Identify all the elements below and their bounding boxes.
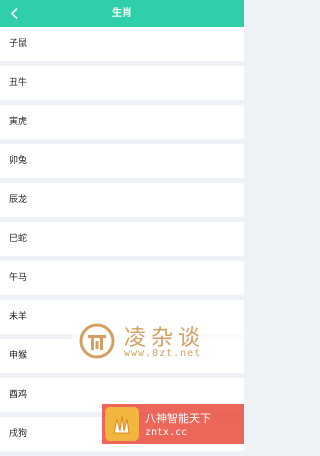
list-item[interactable]: 午马 [0, 261, 244, 295]
hand-icon [113, 415, 130, 434]
page-title: 生肖 [112, 8, 132, 19]
watermark-overlay: 凌杂谈 www.0zt.net [72, 319, 244, 363]
list-item-label: 卯兔 [9, 156, 28, 166]
list-item-label: 寅虎 [9, 117, 28, 127]
list-item-label: 丑牛 [9, 78, 28, 88]
list-item[interactable]: 丑牛 [0, 66, 244, 100]
list-item-label: 巳蛇 [9, 234, 28, 244]
list-item-label: 未羊 [9, 312, 28, 322]
list-item[interactable]: 辰龙 [0, 183, 244, 217]
list-item-label: 午马 [9, 273, 28, 283]
list-item[interactable]: 卯兔 [0, 144, 244, 178]
watermark-overlay-2: 八神智能天下 zntx.cc [102, 404, 244, 444]
list-item-label: 子鼠 [9, 39, 28, 49]
list-item-label: 戌狗 [9, 429, 28, 439]
list-item[interactable]: 子鼠 [0, 27, 244, 61]
list-item[interactable]: 寅虎 [0, 105, 244, 139]
watermark-2-title: 八神智能天下 [145, 412, 211, 425]
watermark-url: www.0zt.net [124, 348, 202, 359]
list-item-label: 辰龙 [9, 195, 28, 205]
list-item-label: 酉鸡 [9, 390, 28, 400]
watermark-2-url: zntx.cc [145, 427, 188, 438]
top-bar: 生肖 [0, 0, 244, 27]
watermark-2-logo-icon [105, 407, 139, 441]
app: 生肖 子鼠 丑牛 寅虎 卯兔 辰龙 巳蛇 午马 未羊 申猴 酉鸡 戌狗 凌杂谈 … [0, 0, 244, 456]
list-item[interactable]: 巳蛇 [0, 222, 244, 256]
watermark-logo-icon [79, 323, 115, 359]
list-item-label: 申猴 [9, 351, 28, 361]
zodiac-list: 子鼠 丑牛 寅虎 卯兔 辰龙 巳蛇 午马 未羊 申猴 酉鸡 戌狗 [0, 27, 244, 456]
